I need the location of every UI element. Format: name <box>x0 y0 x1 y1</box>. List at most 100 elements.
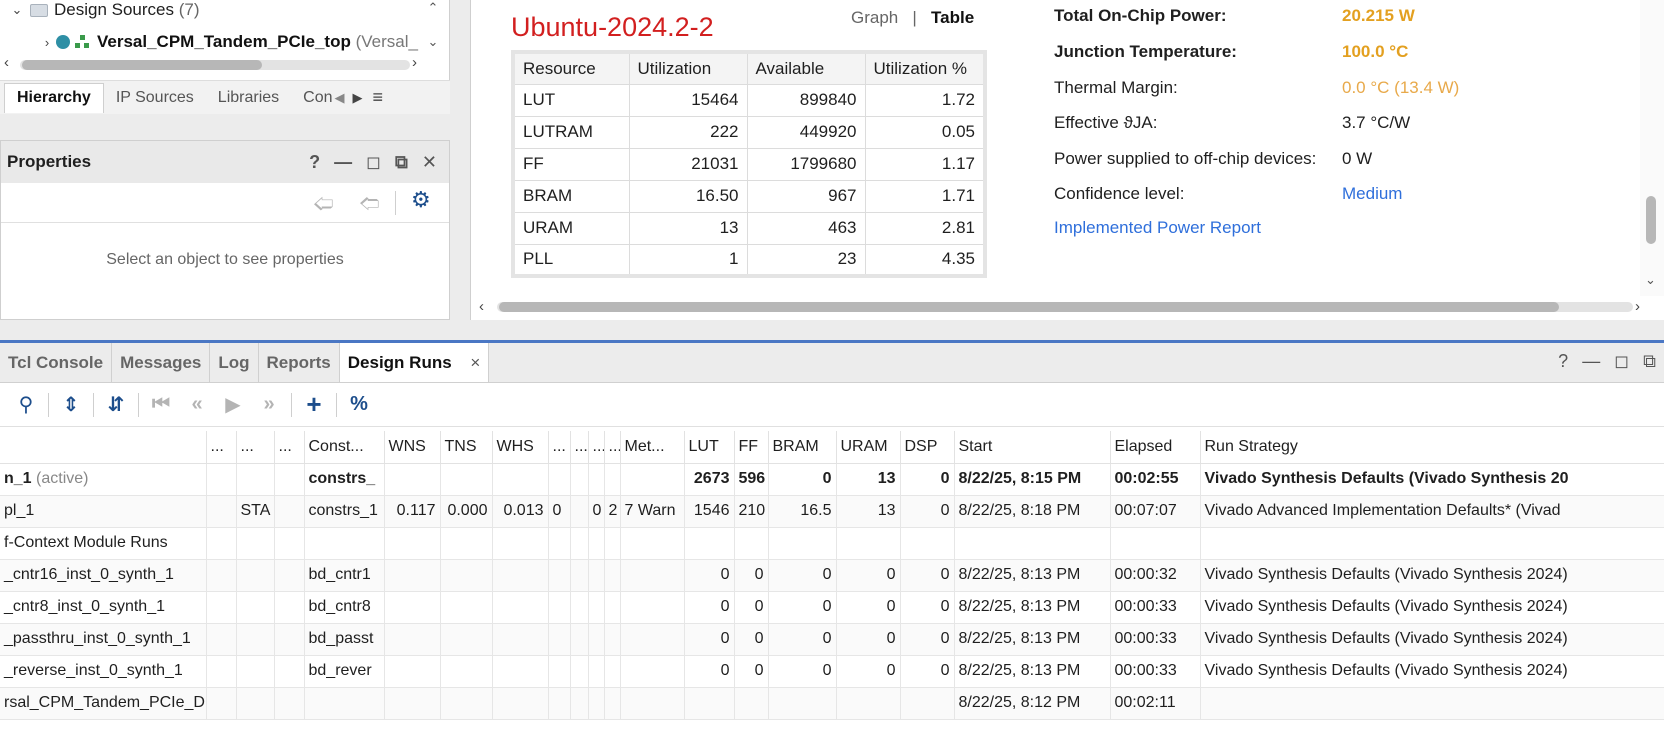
scroll-right-icon[interactable]: › <box>412 54 417 71</box>
table-view-link[interactable]: Table <box>931 8 974 27</box>
table-row[interactable]: n_1 (active) constrs_ 2673 596 0 13 0 8/22/25, … <box>0 463 1664 496</box>
help-icon[interactable]: ? <box>309 152 320 173</box>
util-row[interactable]: BRAM 16.50 967 1.71 <box>512 179 986 213</box>
runs-column-header[interactable] <box>0 431 207 464</box>
runs-column-header[interactable]: WHS <box>492 431 549 464</box>
previous-step-icon[interactable]: « <box>179 391 215 419</box>
tab-reports[interactable]: Reports <box>259 343 340 382</box>
dash-horizontal-scroll-thumb[interactable] <box>499 302 1559 312</box>
next-step-icon[interactable]: » <box>251 391 287 419</box>
runs-column-header[interactable]: ... <box>236 431 275 464</box>
util-row[interactable]: LUT 15464 899840 1.72 <box>512 83 986 117</box>
runs-column-header[interactable]: LUT <box>684 431 735 464</box>
dash-vertical-scrollbar[interactable]: ⌄ <box>1640 0 1664 296</box>
runs-column-header[interactable]: Met... <box>620 431 685 464</box>
util-row[interactable]: URAM 13 463 2.81 <box>512 211 986 245</box>
runs-column-header[interactable]: URAM <box>836 431 901 464</box>
forward-arrow-icon[interactable]: 🢢 <box>359 189 380 223</box>
bottom-minimize-icon[interactable]: — <box>1582 351 1600 372</box>
tab-compile-order[interactable]: Con <box>291 81 334 115</box>
util-row[interactable]: FF 21031 1799680 1.17 <box>512 147 986 181</box>
confidence-level-value[interactable]: Medium <box>1342 184 1402 204</box>
runs-column-header[interactable]: Const... <box>304 431 385 464</box>
tree-item-top-module[interactable]: › Versal_CPM_Tandem_PCIe_top (Versal_ <box>38 28 418 56</box>
table-row[interactable]: _passthru_inst_0_synth_1 bd_passt 0 0 0 0 0 8/2… <box>0 623 1664 656</box>
table-row[interactable]: rsal_CPM_Tandem_PCIe_D 8/22/25, 8:12 PM 00… <box>0 687 1664 720</box>
percent-icon[interactable]: % <box>341 391 377 419</box>
tab-hierarchy[interactable]: Hierarchy <box>4 82 104 113</box>
back-arrow-icon[interactable]: 🢠 <box>313 189 334 223</box>
close-tab-icon[interactable]: × <box>470 353 480 372</box>
bottom-help-icon[interactable]: ? <box>1558 351 1568 372</box>
runs-column-header[interactable]: ... <box>274 431 305 464</box>
run-cell <box>604 623 621 656</box>
runs-column-header[interactable]: ... <box>206 431 237 464</box>
chevron-right-icon[interactable]: › <box>38 35 56 50</box>
expand-all-icon[interactable]: ⇵ <box>98 391 134 419</box>
scroll-down-icon[interactable]: ⌄ <box>425 34 441 50</box>
runs-column-header[interactable]: DSP <box>900 431 955 464</box>
graph-view-link[interactable]: Graph <box>851 8 898 27</box>
scroll-up-icon[interactable]: ⌃ <box>425 0 441 16</box>
bottom-float-icon[interactable]: ⧉ <box>1643 351 1656 372</box>
dash-scroll-down-icon[interactable]: ⌄ <box>1645 272 1656 288</box>
run-cell <box>274 495 305 528</box>
tab-tcl-console[interactable]: Tcl Console <box>0 343 113 382</box>
collapse-all-icon[interactable]: ⇕ <box>53 391 89 419</box>
chevron-down-icon[interactable]: ⌄ <box>8 2 26 18</box>
close-icon[interactable]: ✕ <box>422 152 437 173</box>
dash-scroll-left-icon[interactable]: ‹ <box>479 298 484 315</box>
run-name-cell: _cntr8_inst_0_synth_1 <box>0 591 207 624</box>
gear-icon[interactable]: ⚙ <box>411 187 431 213</box>
runs-column-header[interactable]: Run Strategy <box>1200 431 1664 464</box>
runs-column-header[interactable]: WNS <box>384 431 441 464</box>
tab-log[interactable]: Log <box>210 343 259 382</box>
add-run-icon[interactable]: + <box>296 389 332 419</box>
runs-column-header[interactable]: TNS <box>440 431 493 464</box>
scroll-left-icon[interactable]: ‹ <box>4 54 9 71</box>
search-icon[interactable]: ⚲ <box>8 391 44 419</box>
run-name: _reverse_inst_0_synth_1 <box>4 662 183 679</box>
tab-ip-sources[interactable]: IP Sources <box>104 81 206 115</box>
maximize-icon[interactable]: ◻ <box>366 152 381 173</box>
runs-column-header[interactable]: Start <box>954 431 1111 464</box>
horizontal-scroll-thumb[interactable] <box>22 60 262 70</box>
dash-vertical-scroll-thumb[interactable] <box>1646 196 1656 244</box>
table-row[interactable]: pl_1 STA constrs_1 0.117 0.000 0.013 0 0 2 7 Warn… <box>0 495 1664 528</box>
runs-column-header[interactable]: ... <box>548 431 571 464</box>
runs-column-header[interactable]: ... <box>570 431 589 464</box>
run-cell: Vivado Synthesis Defaults (Vivado Synthe… <box>1200 655 1664 688</box>
table-row[interactable]: _cntr8_inst_0_synth_1 bd_cntr8 0 0 0 0 0 8/22/2… <box>0 591 1664 624</box>
dash-scroll-right-icon[interactable]: › <box>1635 298 1640 315</box>
first-step-icon[interactable]: ⏮ <box>143 391 179 419</box>
tab-menu-icon[interactable]: ≡ <box>373 87 384 108</box>
runs-column-header[interactable]: FF <box>734 431 769 464</box>
runs-column-header[interactable]: ... <box>604 431 621 464</box>
power-report-link[interactable]: Implemented Power Report <box>1054 218 1261 238</box>
float-icon[interactable]: ⧉ <box>395 152 408 173</box>
util-header-utilization[interactable]: Utilization <box>628 51 748 85</box>
table-row[interactable]: _cntr16_inst_0_synth_1 bd_cntr1 0 0 0 0 0 8/22/… <box>0 559 1664 592</box>
util-row[interactable]: PLL 1 23 4.35 <box>512 243 986 277</box>
bottom-maximize-icon[interactable]: ◻ <box>1614 351 1629 372</box>
tree-item-design-sources[interactable]: ⌄ Design Sources (7) <box>8 0 200 24</box>
tab-libraries[interactable]: Libraries <box>206 81 291 115</box>
run-cell: 8/22/25, 8:13 PM <box>954 623 1111 656</box>
util-header-resource[interactable]: Resource <box>512 51 630 85</box>
util-row[interactable]: LUTRAM 222 449920 0.05 <box>512 115 986 149</box>
tab-scroll-left-icon[interactable]: ◀ <box>335 90 345 106</box>
confidence-level-label: Confidence level: <box>1054 184 1185 203</box>
run-icon[interactable]: ▶ <box>215 391 251 419</box>
minimize-icon[interactable]: — <box>334 152 352 173</box>
runs-column-header[interactable]: BRAM <box>768 431 837 464</box>
util-header-available[interactable]: Available <box>746 51 866 85</box>
tab-messages[interactable]: Messages <box>112 343 211 382</box>
tab-design-runs[interactable]: Design Runs × <box>339 343 490 382</box>
util-header-percent[interactable]: Utilization % <box>864 51 986 85</box>
table-row[interactable]: f-Context Module Runs <box>0 527 1664 560</box>
runs-column-header[interactable]: Elapsed <box>1110 431 1201 464</box>
runs-column-header[interactable]: ... <box>588 431 605 464</box>
table-row[interactable]: _reverse_inst_0_synth_1 bd_rever 0 0 0 0 0 8/22… <box>0 655 1664 688</box>
util-cell: 1.72 <box>864 83 986 117</box>
tab-scroll-right-icon[interactable]: ▶ <box>353 90 363 106</box>
